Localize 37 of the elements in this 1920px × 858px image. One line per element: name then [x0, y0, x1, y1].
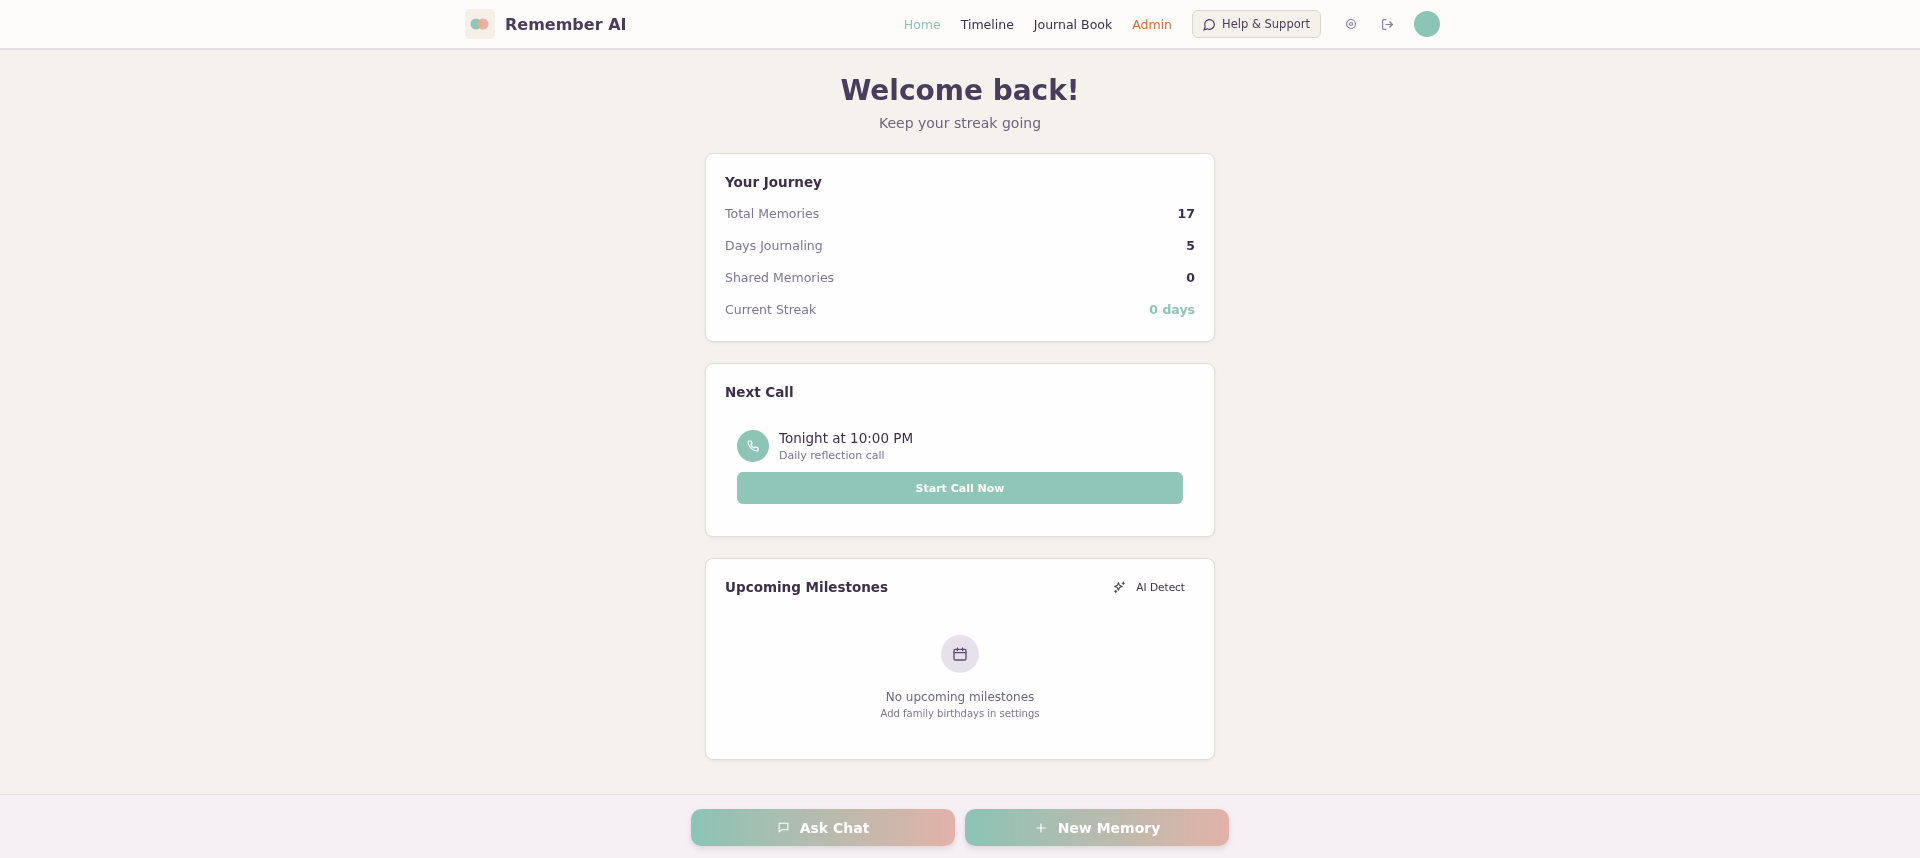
nav-link[interactable]: Admin	[1132, 16, 1173, 32]
ai-detect-button[interactable]: AI Detect	[1103, 580, 1195, 594]
stat-value: 0	[1186, 270, 1195, 285]
chat-bubble-icon	[776, 821, 790, 834]
stat-label: Days Journaling	[725, 238, 823, 253]
phone-icon	[737, 430, 769, 462]
call-time: Tonight at 10:00 PM	[779, 430, 914, 446]
action-button[interactable]: New Memory	[965, 809, 1229, 846]
empty-state-title: No upcoming milestones	[885, 690, 1035, 704]
stat-label: Shared Memories	[725, 270, 835, 285]
logout-icon[interactable]	[1381, 17, 1394, 31]
stat-value: 17	[1177, 206, 1195, 221]
help-button[interactable]: Help & Support	[1192, 10, 1321, 38]
sparkles-icon	[1113, 580, 1127, 594]
card-title: Your Journey	[725, 174, 823, 190]
card-title: Upcoming Milestones	[725, 579, 888, 595]
page-subtitle: Keep your streak going	[878, 115, 1042, 131]
call-description: Daily reflection call	[779, 449, 886, 462]
logo-icon	[465, 9, 495, 39]
nav-link[interactable]: Timeline	[960, 16, 1014, 32]
stat-value: 0 days	[1149, 302, 1195, 317]
chat-bubble-icon	[1203, 17, 1217, 31]
settings-icon[interactable]	[1345, 18, 1357, 30]
plus-icon	[1033, 820, 1048, 835]
stat-label: Total Memories	[725, 206, 820, 221]
brand-name: Remember AI	[505, 14, 627, 34]
calendar-icon	[941, 635, 979, 673]
stat-label: Current Streak	[725, 302, 817, 317]
avatar[interactable]	[1414, 11, 1440, 37]
nav-link[interactable]: Journal Book	[1033, 16, 1113, 32]
action-button[interactable]: Ask Chat	[691, 809, 955, 846]
start-call-button[interactable]: Start Call Now	[737, 472, 1183, 504]
empty-state-hint: Add family birthdays in settings	[880, 708, 1040, 719]
card-title: Next Call	[725, 384, 795, 400]
stat-value: 5	[1186, 238, 1195, 253]
nav-link[interactable]: Home	[903, 16, 941, 32]
page-title: Welcome back!	[840, 74, 1080, 107]
